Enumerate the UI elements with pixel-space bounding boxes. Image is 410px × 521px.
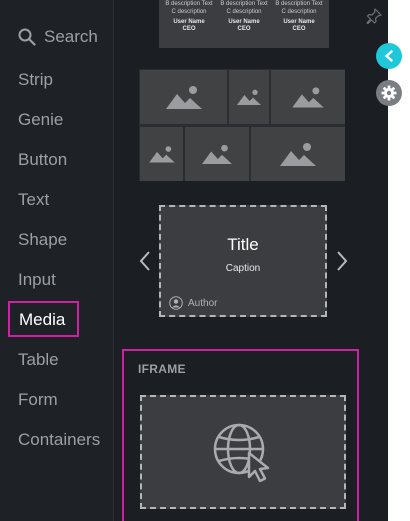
search-icon (18, 28, 36, 46)
testimonial-column: B description Text C description User Na… (161, 0, 217, 33)
testimonial-user-role: CEO (292, 26, 306, 32)
image-icon (202, 144, 232, 164)
chevron-left-icon (384, 50, 393, 62)
sidebar-item-button[interactable]: Button (18, 149, 67, 171)
sidebar-item-text[interactable]: Text (18, 189, 49, 211)
testimonial-user-name: User Name (283, 19, 315, 25)
card-title: Title (227, 235, 259, 254)
gallery-cell (140, 127, 183, 181)
globe-cursor-icon (213, 423, 270, 483)
testimonial-description: C description (281, 9, 317, 15)
gallery-cell (251, 127, 345, 181)
sidebar-item-strip[interactable]: Strip (18, 69, 53, 91)
card-author-label: Author (188, 297, 218, 309)
testimonial-user-role: CEO (237, 26, 251, 32)
media-components-panel: B description Text C description User Na… (114, 0, 366, 521)
user-icon (169, 296, 183, 310)
search-box[interactable]: Search (18, 27, 98, 47)
image-gallery-template[interactable] (139, 69, 345, 181)
sidebar-item-table[interactable]: Table (18, 349, 59, 371)
iframe-section: IFRAME (122, 349, 359, 521)
image-icon (292, 87, 324, 108)
gallery-cell (271, 70, 345, 124)
collapse-panel-button[interactable] (376, 43, 402, 69)
gallery-cell (185, 127, 249, 181)
iframe-template[interactable] (140, 395, 346, 509)
testimonial-description: B description Text (275, 1, 323, 7)
chevron-right-icon[interactable] (336, 250, 348, 272)
testimonial-user-role: CEO (182, 26, 196, 32)
testimonial-description: C description (226, 9, 262, 15)
card-author: Author (169, 296, 217, 310)
search-label: Search (44, 27, 98, 46)
gallery-cell (140, 70, 227, 124)
testimonial-user-name: User Name (228, 19, 260, 25)
image-icon (280, 143, 316, 166)
testimonial-description: B description Text (165, 1, 213, 7)
chevron-left-icon[interactable] (139, 250, 151, 272)
image-icon (165, 86, 202, 109)
sidebar-item-containers[interactable]: Containers (18, 429, 100, 451)
testimonial-description: B description Text (220, 1, 268, 7)
image-icon (148, 146, 175, 163)
image-icon (237, 89, 261, 105)
testimonial-column: B description Text C description User Na… (216, 0, 272, 33)
sidebar-item-media[interactable]: Media (8, 301, 79, 337)
sidebar-item-shape[interactable]: Shape (18, 229, 67, 251)
carousel-card-template[interactable]: Title Caption Author (159, 205, 327, 317)
sidebar-item-form[interactable]: Form (18, 389, 58, 411)
testimonial-description: C description (171, 9, 207, 15)
sidebar-item-genie[interactable]: Genie (18, 109, 63, 131)
card-caption: Caption (225, 263, 261, 274)
gear-icon (381, 85, 397, 101)
pin-icon[interactable] (366, 8, 382, 24)
component-sidebar: Search Strip Genie Button Text Shape Inp… (0, 0, 114, 521)
testimonial-user-name: User Name (173, 19, 205, 25)
testimonial-template[interactable]: B description Text C description User Na… (159, 0, 329, 48)
testimonial-column: B description Text C description User Na… (271, 0, 327, 33)
canvas-edge (388, 0, 410, 521)
media-builder-panel: Search Strip Genie Button Text Shape Inp… (0, 0, 410, 521)
sidebar-item-input[interactable]: Input (18, 269, 56, 291)
settings-button[interactable] (376, 80, 402, 106)
iframe-heading: IFRAME (138, 362, 186, 376)
gallery-cell (229, 70, 269, 124)
